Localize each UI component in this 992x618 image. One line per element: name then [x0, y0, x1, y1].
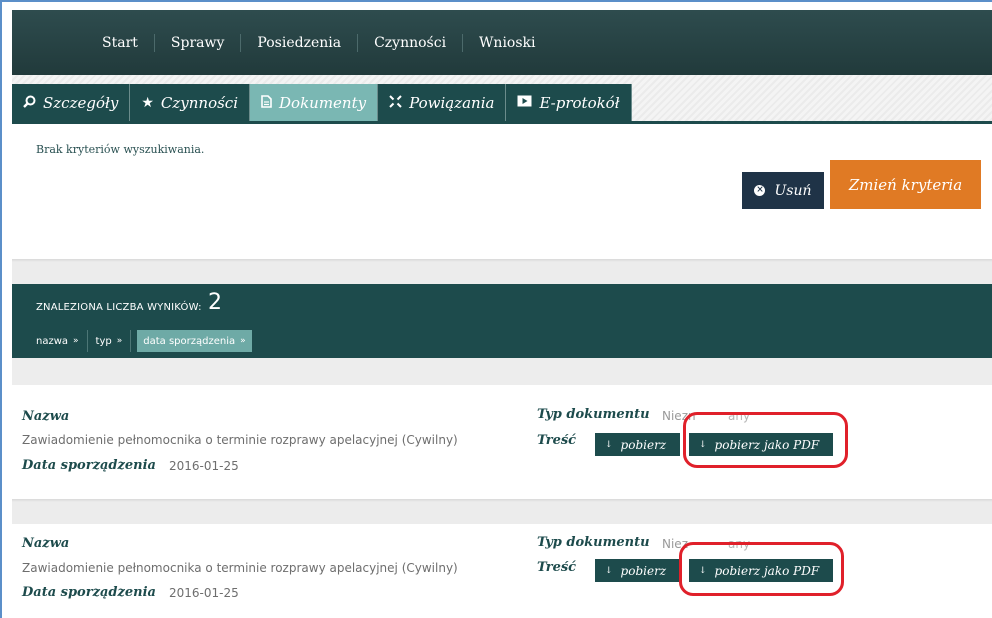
sort-nazwa[interactable]: nazwa » [28, 330, 88, 352]
chevron-down-icon: » [240, 336, 246, 346]
type-label: Typ dokumentu [537, 535, 650, 550]
tab-label: Dokumenty [279, 94, 367, 112]
document-icon [261, 94, 272, 112]
download-arrow-icon: ↓ [605, 565, 613, 576]
sort-data-sporzadzenia[interactable]: data sporządzenia » [137, 330, 252, 352]
star-icon: ★ [141, 95, 154, 111]
search-icon [23, 95, 36, 112]
criteria-panel: Brak kryteriów wyszukiwania. × Usuń Zmie… [12, 124, 992, 259]
download-label: pobierz [620, 563, 667, 578]
tab-powiazania[interactable]: Powiązania [378, 84, 507, 122]
nav-wnioski[interactable]: Wnioski [462, 33, 551, 52]
content-label: Treść [537, 560, 577, 575]
sort-typ[interactable]: typ » [88, 330, 132, 352]
date-label: Data sporządzenia [22, 585, 156, 600]
tabs-bar: Szczegóły ★ Czynności Dokumenty Powiązan… [12, 75, 992, 122]
sort-bar: nazwa » typ » data sporządzenia » [28, 328, 252, 354]
separator [12, 499, 992, 524]
change-criteria-button[interactable]: Zmień kryteria [830, 160, 981, 209]
remove-label: Usuń [774, 182, 812, 199]
document-row: Nazwa Zawiadomienie pełnomocnika o termi… [12, 385, 992, 499]
download-label: pobierz [620, 437, 667, 452]
tab-label: Szczegóły [43, 94, 119, 112]
separator [12, 259, 992, 284]
download-button[interactable]: ↓ pobierz [595, 559, 680, 582]
download-arrow-icon: ↓ [605, 439, 613, 450]
app-frame: Start Sprawy Posiedzenia Czynności Wnios… [0, 0, 992, 618]
nav-posiedzenia[interactable]: Posiedzenia [240, 33, 357, 52]
results-count-label: ZNALEZIONA LICZBA WYNIKÓW: [36, 302, 202, 313]
chevron-down-icon: » [116, 336, 123, 346]
sort-label: data sporządzenia [143, 335, 236, 347]
content-label: Treść [537, 433, 577, 448]
top-navigation: Start Sprawy Posiedzenia Czynności Wnios… [12, 10, 992, 75]
tab-dokumenty[interactable]: Dokumenty [250, 84, 379, 122]
document-date: 2016-01-25 [169, 459, 239, 473]
tab-czynnosci[interactable]: ★ Czynności [130, 84, 251, 122]
tab-e-protokol[interactable]: E-protokół [506, 84, 632, 122]
highlight-ring [683, 412, 848, 468]
tab-label: E-protokół [539, 94, 620, 112]
document-row: Nazwa Zawiadomienie pełnomocnika o termi… [12, 524, 992, 618]
document-name: Zawiadomienie pełnomocnika o terminie ro… [22, 433, 458, 447]
type-label: Typ dokumentu [537, 407, 650, 422]
chevron-down-icon: » [73, 336, 79, 346]
sort-label: typ [95, 335, 112, 347]
name-label: Nazwa [22, 409, 70, 424]
separator [12, 358, 992, 385]
close-icon: × [754, 185, 766, 196]
nav-sprawy[interactable]: Sprawy [153, 33, 240, 52]
sort-label: nazwa [36, 335, 69, 347]
document-name: Zawiadomienie pełnomocnika o terminie ro… [22, 561, 458, 575]
tab-szczegoly[interactable]: Szczegóły [12, 84, 131, 122]
download-button[interactable]: ↓ pobierz [595, 433, 680, 456]
date-label: Data sporządzenia [22, 458, 156, 473]
results-header: ZNALEZIONA LICZBA WYNIKÓW: 2 nazwa » typ… [12, 284, 992, 358]
no-criteria-text: Brak kryteriów wyszukiwania. [36, 143, 205, 156]
tab-label: Powiązania [409, 94, 495, 112]
remove-criteria-button[interactable]: × Usuń [742, 172, 824, 209]
nav-start[interactable]: Start [86, 34, 154, 52]
play-icon [517, 95, 532, 111]
document-date: 2016-01-25 [169, 586, 239, 600]
results-count: 2 [208, 290, 222, 315]
name-label: Nazwa [22, 536, 70, 551]
nav-czynnosci[interactable]: Czynności [357, 33, 462, 52]
link-icon [389, 94, 402, 112]
highlight-ring [679, 542, 844, 596]
tab-label: Czynności [160, 94, 239, 112]
